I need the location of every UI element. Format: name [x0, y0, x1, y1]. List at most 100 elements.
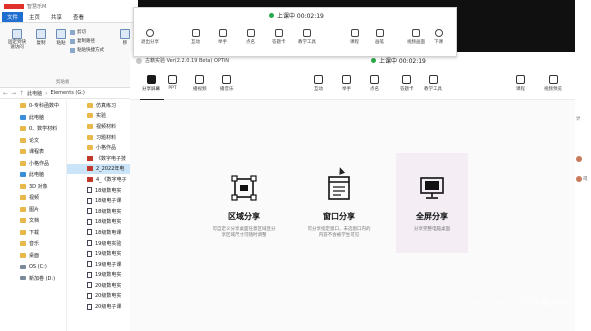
file-name: 20级电子课 — [95, 304, 122, 311]
toolbar-answer-card-button[interactable]: 答题卡 — [400, 75, 414, 92]
breadcrumb-root[interactable]: 此电脑 — [27, 90, 42, 97]
file-row[interactable]: 19级数电实 — [67, 248, 138, 259]
file-row[interactable]: 小格作品 — [67, 142, 138, 153]
side-user-item[interactable]: 司 — [576, 176, 588, 182]
nav-item[interactable]: 音乐 — [0, 238, 66, 250]
file-row[interactable]: 18级数电实 — [67, 217, 138, 228]
copy-button[interactable]: 复制 — [36, 29, 46, 46]
float-roll-call-button[interactable]: 点名 — [246, 29, 255, 45]
file-row[interactable]: 仿真练习 — [67, 100, 138, 111]
toolbar-play-video-button[interactable]: 播视频 — [193, 75, 207, 92]
paste-shortcut-label: 粘贴快捷方式 — [77, 48, 104, 53]
toolbar-item-label: 播视频 — [193, 87, 207, 92]
nav-item[interactable]: 0-专科函数中 — [0, 100, 66, 112]
folder-icon — [20, 252, 26, 258]
file-name: 视频材料 — [96, 123, 117, 130]
quick-access-toolbar[interactable] — [4, 3, 24, 9]
toolbar-raise-hand-button[interactable]: 举手 — [342, 75, 351, 92]
document-icon — [87, 176, 93, 182]
float-interact-button[interactable]: 互动 — [191, 29, 200, 45]
file-row[interactable]: 18级电子课 — [67, 195, 138, 206]
toolbar-interact-button[interactable]: 互动 — [314, 75, 323, 92]
file-explorer-window: 智慧乐M 文件 主页 共享 查看 固定到快速访问 复制 粘贴 剪切 复制路径 粘… — [0, 0, 138, 331]
breadcrumb-path[interactable]: Elements (G:) — [51, 90, 85, 96]
file-row[interactable]: 习题材料 — [67, 132, 138, 143]
nav-item[interactable]: 桌面 — [0, 250, 66, 262]
nav-item[interactable]: 0、数学材料 — [0, 123, 66, 135]
nav-item[interactable]: OS (C:) — [0, 261, 66, 273]
nav-item[interactable]: 文档 — [0, 215, 66, 227]
file-row[interactable]: 视频材料 — [67, 121, 138, 132]
file-row[interactable]: 20级电子课 — [67, 301, 138, 312]
file-row[interactable]: 4_《数字电子 — [67, 174, 138, 185]
toolbar-video-preview-button[interactable]: 视频预览 — [544, 75, 562, 92]
class-status: 上课中 00:02:19 — [371, 56, 426, 65]
tab-share[interactable]: 共享 — [46, 12, 67, 22]
tab-file[interactable]: 文件 — [2, 12, 24, 22]
file-row[interactable]: 2_2022年电 — [67, 163, 138, 175]
nav-item[interactable]: 课程表 — [0, 146, 66, 158]
float-raise-hand-button[interactable]: 举手 — [218, 29, 227, 45]
address-bar[interactable]: ← → ↑ 此电脑 › Elements (G:) — [0, 88, 138, 99]
file-row[interactable]: 20级数电实 — [67, 291, 138, 302]
file-row[interactable]: 《数字电子技 — [67, 153, 138, 164]
nav-item-label: OS (C:) — [29, 263, 47, 270]
toolbar-course-button[interactable]: 课程 — [516, 75, 525, 92]
tab-view[interactable]: 查看 — [68, 12, 89, 22]
file-row[interactable]: 18级数电实 — [67, 185, 138, 196]
cut-button[interactable]: 剪切 — [70, 29, 86, 35]
file-row[interactable]: 20级数电实 — [67, 280, 138, 291]
float-video-view-button[interactable]: 视频画面 — [407, 29, 425, 45]
float-answer-card-button[interactable]: 答题卡 — [272, 29, 286, 45]
file-row[interactable]: 实验 — [67, 111, 138, 122]
float-pen-button[interactable]: 画笔 — [375, 29, 384, 45]
file-row[interactable]: 18级数电实 — [67, 206, 138, 217]
float-exit-share-button[interactable]: 退出分享 — [141, 29, 159, 45]
nav-item[interactable]: 3D 对象 — [0, 181, 66, 193]
float-teaching-tools-button[interactable]: 教学工具 — [298, 29, 316, 45]
window-share-title: 窗口分享 — [323, 212, 355, 221]
file-name: 19级数电实 — [95, 272, 122, 279]
fullscreen-share-card[interactable]: 全屏分享 分享完整电脑桌面 — [396, 153, 468, 253]
nav-item[interactable]: 图片 — [0, 204, 66, 216]
float-end-class-button[interactable]: 下课 — [434, 29, 443, 45]
nav-item[interactable]: 此电脑 — [0, 169, 66, 181]
toolbar-ppt-button[interactable]: PPT — [168, 75, 177, 91]
nav-item[interactable]: 视频 — [0, 192, 66, 204]
nav-item-label: 下载 — [29, 229, 40, 236]
video-view-icon — [412, 29, 420, 37]
back-arrow-icon[interactable]: ← — [3, 90, 8, 97]
side-user-item[interactable] — [576, 156, 582, 162]
toolbar-teaching-tools-button[interactable]: 教学工具 — [424, 75, 442, 92]
file-name: 2_2022年电 — [96, 166, 125, 173]
float-item-label: 课程 — [350, 40, 359, 45]
file-row[interactable]: 18级数电课 — [67, 227, 138, 238]
nav-item[interactable]: 论文 — [0, 135, 66, 147]
paste-button[interactable]: 粘贴 — [56, 29, 66, 46]
folder-icon — [87, 113, 93, 119]
teaching-tools-icon — [428, 75, 438, 84]
toolbar-play-music-button[interactable]: 播音乐 — [220, 75, 234, 92]
forward-arrow-icon[interactable]: → — [11, 90, 16, 97]
file-name: 18级数电实 — [95, 208, 122, 215]
toolbar-share-screen-button[interactable]: 分享屏幕 — [142, 75, 160, 92]
nav-item[interactable]: 小格作品 — [0, 158, 66, 170]
nav-item[interactable]: 此电脑 — [0, 112, 66, 124]
move-button[interactable]: 移 — [120, 29, 130, 46]
nav-item[interactable]: 下载 — [0, 227, 66, 239]
nav-item[interactable]: 新加卷 (D:) — [0, 273, 66, 285]
pin-quick-access-button[interactable]: 固定到快速访问 — [6, 29, 28, 50]
file-row[interactable]: 19级数电实 — [67, 270, 138, 281]
float-course-button[interactable]: 课程 — [350, 29, 359, 45]
toolbar-roll-call-button[interactable]: 点名 — [370, 75, 379, 92]
tab-home[interactable]: 主页 — [24, 12, 45, 22]
file-row[interactable]: 19级电实验 — [67, 238, 138, 249]
paste-shortcut-button[interactable]: 粘贴快捷方式 — [70, 47, 104, 53]
copy-path-button[interactable]: 复制路径 — [70, 38, 95, 44]
side-item[interactable]: 计 — [576, 116, 581, 122]
file-row[interactable]: 19级电子课 — [67, 259, 138, 270]
region-share-card[interactable]: 区域分享 可自定义分享桌面任意区域且分享区域尺寸可随时调整 — [208, 153, 280, 253]
folder-icon — [20, 160, 26, 166]
floating-status-text: 上课中 00:02:19 — [277, 13, 324, 20]
up-arrow-icon[interactable]: ↑ — [19, 90, 24, 97]
